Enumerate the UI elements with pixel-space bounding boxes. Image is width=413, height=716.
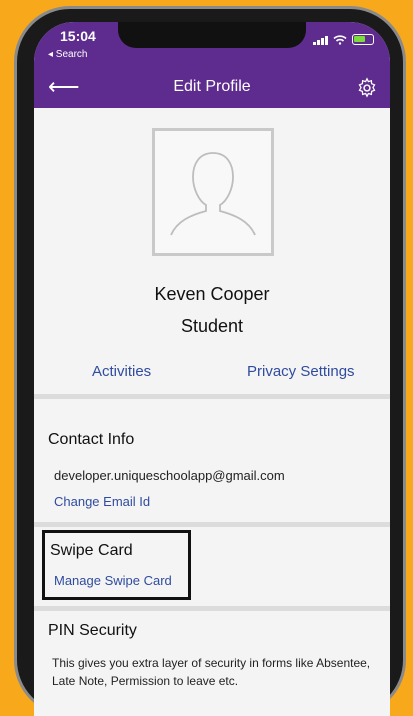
change-email-link[interactable]: Change Email Id (54, 494, 150, 509)
nav-bar: ⟵ Edit Profile (34, 68, 390, 108)
swipe-card-highlight-box (42, 530, 191, 600)
signal-icon (313, 35, 328, 45)
gear-icon[interactable] (356, 77, 378, 99)
phone-notch (118, 22, 306, 48)
profile-name: Keven Cooper (154, 284, 270, 304)
page-title: Edit Profile (173, 78, 251, 95)
status-time: 15:04 (60, 28, 96, 44)
activities-link[interactable]: Activities (92, 363, 151, 380)
avatar[interactable] (152, 128, 274, 256)
status-bar: 15:04 ◂ Search (34, 22, 390, 68)
app-screen: 15:04 ◂ Search ⟵ Edit Profile Keven Coop… (34, 22, 390, 716)
pin-security-title: PIN Security (48, 622, 137, 639)
pin-security-description: This gives you extra layer of security i… (52, 656, 371, 688)
manage-swipe-card-link[interactable]: Manage Swipe Card (54, 573, 172, 588)
status-icons (313, 34, 374, 45)
back-to-search-link[interactable]: ◂ Search (48, 49, 87, 60)
user-silhouette-icon (170, 152, 256, 236)
profile-role: Student (180, 316, 244, 336)
swipe-card-title: Swipe Card (50, 542, 133, 559)
email-value: developer.uniqueschoolapp@gmail.com (54, 468, 285, 483)
divider (34, 522, 390, 527)
divider (34, 606, 390, 611)
divider (34, 394, 390, 399)
battery-icon (352, 34, 374, 45)
contact-info-title: Contact Info (48, 431, 135, 448)
wifi-icon (333, 34, 347, 45)
privacy-settings-link[interactable]: Privacy Settings (247, 363, 355, 380)
